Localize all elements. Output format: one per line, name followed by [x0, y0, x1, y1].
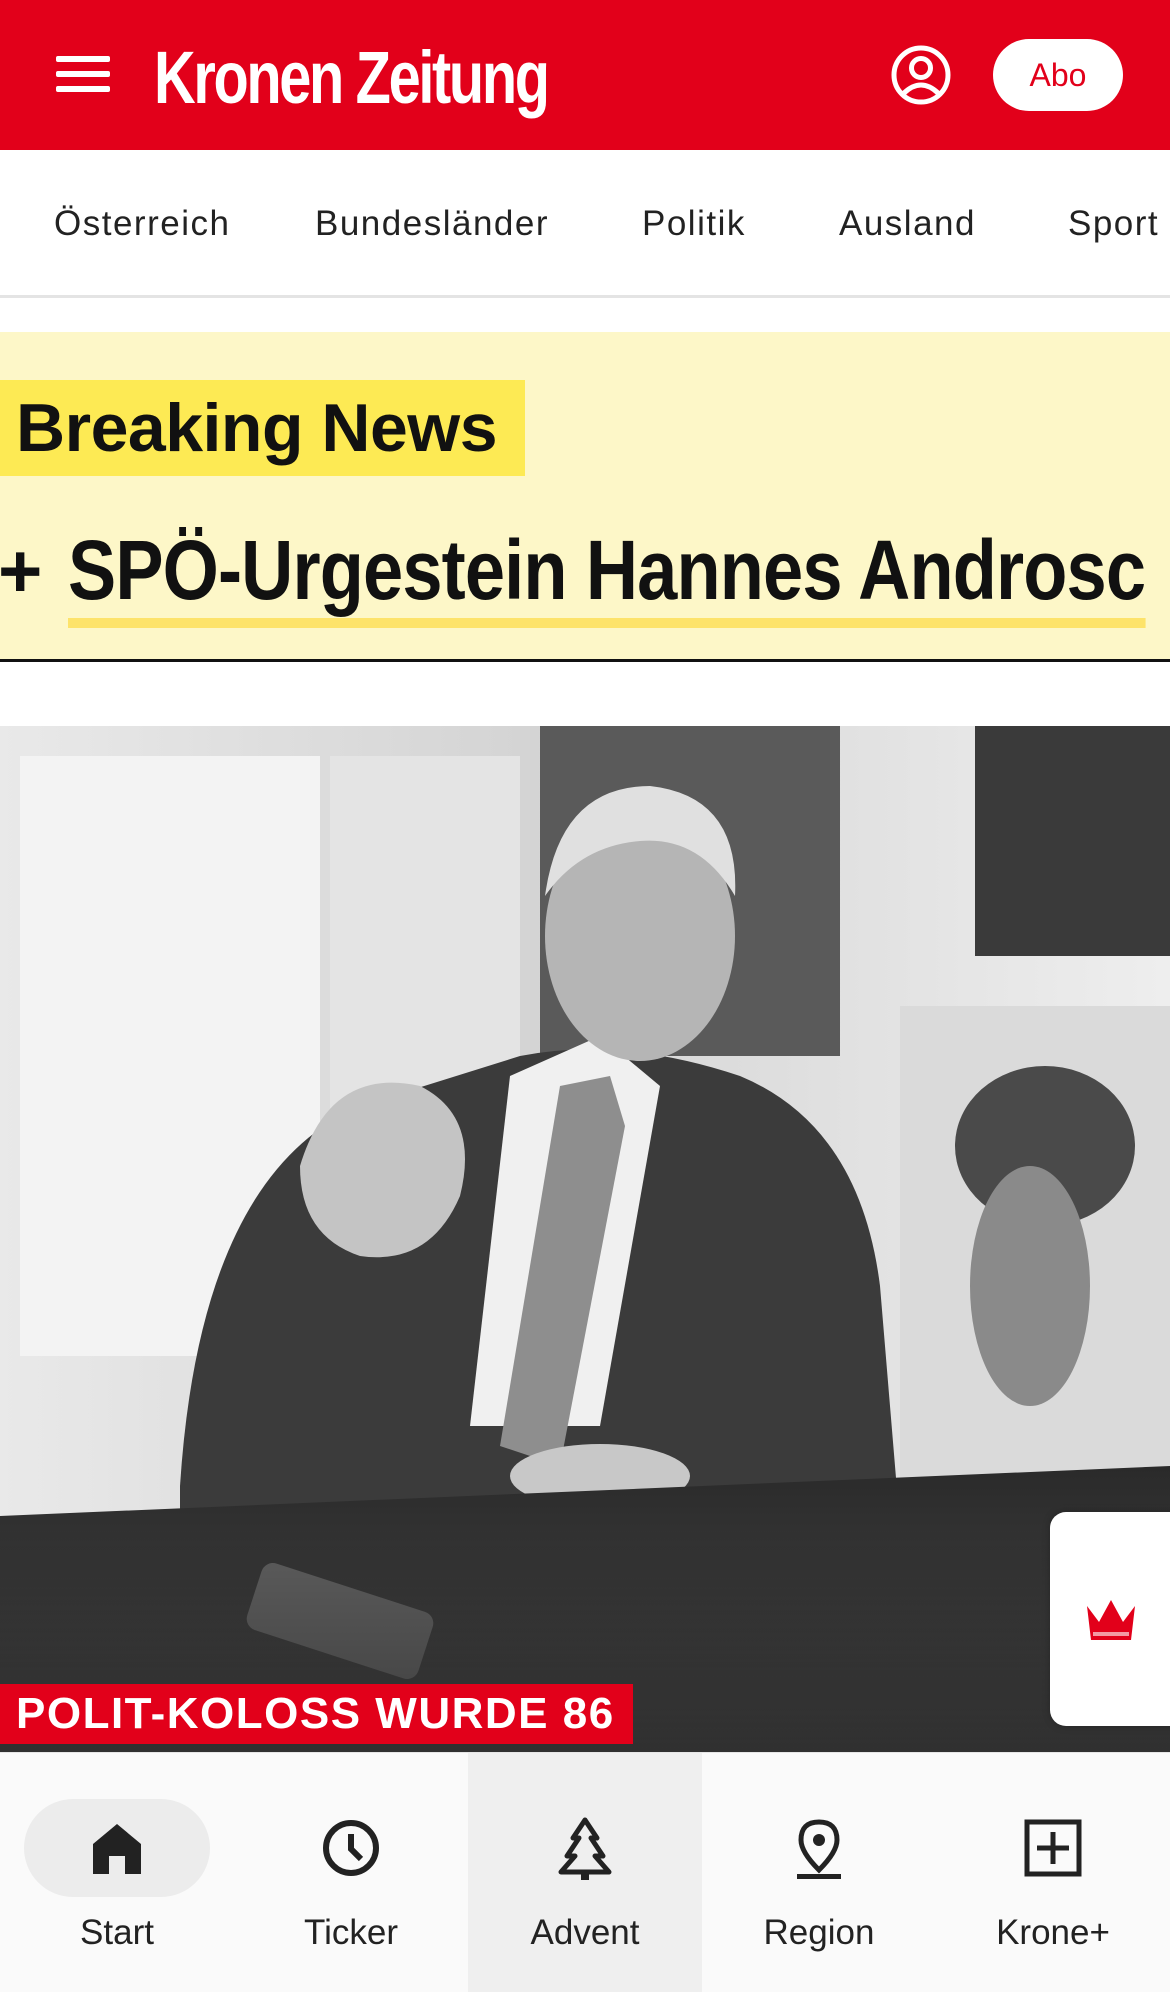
nav-krone-plus-label: Krone+: [996, 1913, 1110, 1952]
app-header: Kronen Zeitung Abo: [0, 0, 1170, 150]
article-kicker[interactable]: POLIT-KOLOSS WURDE 86: [0, 1684, 633, 1744]
location-pin-icon: [797, 1819, 841, 1879]
hamburger-menu-icon[interactable]: [54, 52, 112, 96]
category-sport[interactable]: Sport: [1068, 150, 1159, 295]
nav-start[interactable]: Start: [0, 1753, 234, 1992]
clock-icon: [323, 1820, 379, 1876]
category-nav: Österreich Bundesländer Politik Ausland …: [0, 150, 1170, 298]
home-icon: [93, 1824, 141, 1874]
bottom-navigation: Start Ticker Advent Region Krone+: [0, 1752, 1170, 1992]
category-foreign[interactable]: Ausland: [839, 150, 976, 295]
nav-ticker[interactable]: Ticker: [234, 1753, 468, 1992]
krone-crown-icon: [1087, 1600, 1135, 1640]
nav-advent-label: Advent: [530, 1913, 640, 1952]
nav-advent[interactable]: Advent: [468, 1753, 702, 1992]
krone-plus-tab[interactable]: [1050, 1512, 1170, 1726]
plus-box-icon: [1024, 1819, 1082, 1877]
breaking-news-label: Breaking News: [0, 380, 525, 476]
category-states[interactable]: Bundesländer: [315, 150, 549, 295]
breaking-news-banner: Breaking News + SPÖ-Urgestein Hannes And…: [0, 332, 1170, 662]
plus-icon: +: [0, 529, 43, 614]
nav-krone-plus[interactable]: Krone+: [936, 1753, 1170, 1992]
nav-ticker-label: Ticker: [304, 1913, 398, 1952]
breaking-news-headline[interactable]: SPÖ-Urgestein Hannes Androsc: [68, 520, 1146, 628]
category-politics[interactable]: Politik: [642, 150, 746, 295]
user-account-icon[interactable]: [890, 44, 952, 106]
nav-region[interactable]: Region: [702, 1753, 936, 1992]
hero-article-image[interactable]: [0, 726, 1170, 1752]
tree-icon: [558, 1817, 612, 1880]
site-logo[interactable]: Kronen Zeitung: [154, 30, 550, 126]
nav-region-label: Region: [763, 1913, 875, 1952]
abo-button[interactable]: Abo: [993, 39, 1123, 111]
nav-start-label: Start: [80, 1913, 154, 1952]
category-austria[interactable]: Österreich: [54, 150, 230, 295]
